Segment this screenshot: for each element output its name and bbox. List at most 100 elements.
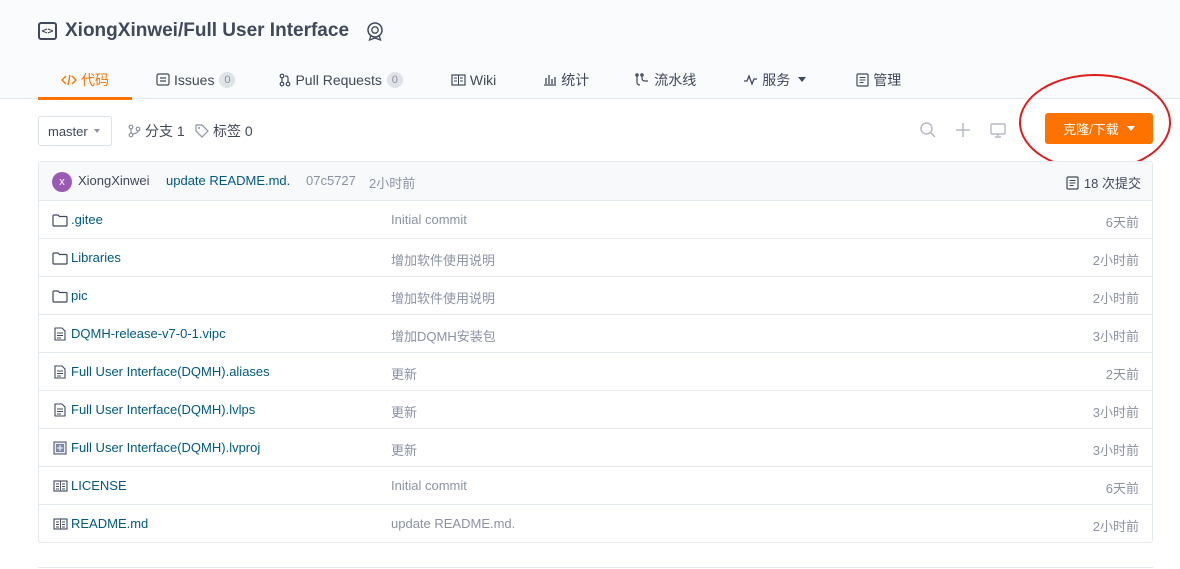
repo-code-icon: <>	[38, 22, 57, 40]
folder-icon	[52, 251, 68, 265]
repo-title: <> XiongXinwei/Full User Interface	[38, 18, 385, 44]
clone-download-button[interactable]: 克隆/下载	[1045, 113, 1153, 144]
branches-label: 分支 1	[145, 123, 185, 139]
branches-link[interactable]: 分支 1	[128, 122, 185, 140]
tab-pipeline-label: 流水线	[654, 71, 697, 88]
file-commit-time: 3小时前	[1092, 405, 1139, 420]
tab-service[interactable]: 服务	[743, 60, 807, 99]
avatar[interactable]: x	[52, 172, 72, 192]
file-name-link[interactable]: Libraries	[71, 250, 121, 265]
file-row: DQMH-release-v7-0-1.vipc 增加DQMH安装包 3小时前	[39, 315, 1152, 353]
tab-pipeline[interactable]: 流水线	[635, 60, 696, 99]
file-commit-message-link[interactable]: 更新	[391, 364, 417, 383]
commit-sha-link[interactable]: 07c5727	[306, 173, 356, 188]
book-icon	[52, 517, 68, 531]
web-ide-icon[interactable]	[989, 121, 1007, 139]
issues-icon	[156, 73, 170, 86]
commit-time: 2小时前	[369, 176, 416, 191]
service-icon	[743, 73, 758, 86]
commits-icon	[1066, 175, 1079, 190]
issues-count-badge: 0	[219, 71, 236, 88]
stats-icon	[543, 73, 557, 86]
pull-requests-count-badge: 0	[386, 71, 403, 88]
file-commit-message-link[interactable]: Initial commit	[391, 212, 467, 227]
file-name-link[interactable]: LICENSE	[71, 478, 127, 493]
latest-commit-bar: x XiongXinwei update README.md. 07c5727 …	[39, 162, 1152, 201]
file-list: .gitee Initial commit 6天前 Libraries 增加软件使用说明…	[39, 201, 1152, 543]
file-name-link[interactable]: .gitee	[71, 212, 103, 227]
repo-name-link[interactable]: XiongXinwei/Full User Interface	[65, 20, 349, 42]
file-commit-time: 2小时前	[1092, 291, 1139, 306]
file-commit-message-link[interactable]: Initial commit	[391, 478, 467, 493]
file-name-link[interactable]: DQMH-release-v7-0-1.vipc	[71, 326, 226, 341]
pull-request-icon	[279, 73, 291, 87]
file-commit-message-link[interactable]: 增加软件使用说明	[391, 250, 495, 269]
file-row: Full User Interface(DQMH).lvproj 更新 3小时前	[39, 429, 1152, 467]
clone-download-label: 克隆/下载	[1063, 122, 1119, 137]
file-icon	[52, 365, 68, 379]
file-commit-message-link[interactable]: 更新	[391, 440, 417, 459]
branch-select-value: master	[48, 123, 88, 139]
file-commit-time: 6天前	[1105, 215, 1139, 230]
tab-stats[interactable]: 统计	[543, 60, 589, 99]
tab-wiki[interactable]: Wiki	[451, 60, 496, 99]
tab-wiki-label: Wiki	[469, 71, 497, 88]
commit-message-link[interactable]: update README.md.	[166, 173, 290, 188]
file-commit-time: 3小时前	[1092, 443, 1139, 458]
tab-code[interactable]: 代码	[38, 60, 132, 100]
file-row: Full User Interface(DQMH).lvlps 更新 3小时前	[39, 391, 1152, 429]
tab-stats-label: 统计	[561, 71, 590, 88]
branch-select[interactable]: master	[38, 116, 112, 146]
commit-count-label: 18 次提交	[1083, 176, 1141, 191]
divider	[38, 567, 1153, 568]
file-commit-time: 2天前	[1105, 367, 1139, 382]
file-name-link[interactable]: Full User Interface(DQMH).aliases	[71, 364, 270, 379]
project-file-icon	[52, 441, 68, 455]
commit-count-link[interactable]: 18 次提交	[1066, 173, 1141, 192]
file-name-link[interactable]: README.md	[71, 516, 148, 531]
tab-pull-requests-label: Pull Requests	[295, 71, 382, 88]
wiki-icon	[451, 73, 466, 86]
file-name-link[interactable]: pic	[71, 288, 88, 303]
file-commit-message-link[interactable]: update README.md.	[391, 516, 515, 531]
file-commit-time: 2小时前	[1092, 253, 1139, 268]
file-commit-time: 2小时前	[1092, 519, 1139, 534]
file-name-link[interactable]: Full User Interface(DQMH).lvlps	[71, 402, 255, 417]
file-commit-message-link[interactable]: 增加DQMH安装包	[391, 326, 496, 345]
file-commit-message-link[interactable]: 增加软件使用说明	[391, 288, 495, 307]
file-row: LICENSE Initial commit 6天前	[39, 467, 1152, 505]
tags-label: 标签 0	[213, 123, 253, 139]
add-icon[interactable]	[954, 121, 972, 139]
tab-manage[interactable]: 管理	[856, 60, 901, 99]
file-commit-message-link[interactable]: 更新	[391, 402, 417, 421]
file-row: Full User Interface(DQMH).aliases 更新 2天前	[39, 353, 1152, 391]
file-row: pic 增加软件使用说明 2小时前	[39, 277, 1152, 315]
tag-icon	[195, 124, 209, 138]
chevron-down-icon	[1126, 126, 1135, 131]
tab-issues[interactable]: Issues 0	[156, 60, 236, 99]
repo-header: <> XiongXinwei/Full User Interface 代码 Is…	[0, 0, 1180, 100]
file-row: README.md update README.md. 2小时前	[39, 505, 1152, 543]
file-table: x XiongXinwei update README.md. 07c5727 …	[38, 161, 1153, 543]
book-icon	[52, 479, 68, 493]
file-name-link[interactable]: Full User Interface(DQMH).lvproj	[71, 440, 260, 455]
folder-icon	[52, 289, 68, 303]
repo-tabs: 代码 Issues 0 Pull Requests 0 Wiki 统计 流水线 …	[38, 60, 901, 100]
code-icon	[61, 73, 77, 87]
file-row: .gitee Initial commit 6天前	[39, 201, 1152, 239]
file-commit-time: 3小时前	[1092, 329, 1139, 344]
file-commit-time: 6天前	[1105, 481, 1139, 496]
recommend-badge-icon[interactable]	[365, 21, 385, 41]
file-icon	[52, 403, 68, 417]
file-icon	[52, 327, 68, 341]
chevron-down-icon	[798, 77, 807, 82]
tab-pull-requests[interactable]: Pull Requests 0	[279, 60, 403, 99]
branch-icon	[128, 124, 141, 138]
tab-issues-label: Issues	[174, 71, 215, 88]
tags-link[interactable]: 标签 0	[195, 122, 253, 140]
search-icon[interactable]	[919, 121, 937, 139]
file-row: Libraries 增加软件使用说明 2小时前	[39, 239, 1152, 277]
tab-manage-label: 管理	[873, 71, 902, 88]
commit-author-link[interactable]: XiongXinwei	[78, 173, 150, 188]
folder-icon	[52, 213, 68, 227]
